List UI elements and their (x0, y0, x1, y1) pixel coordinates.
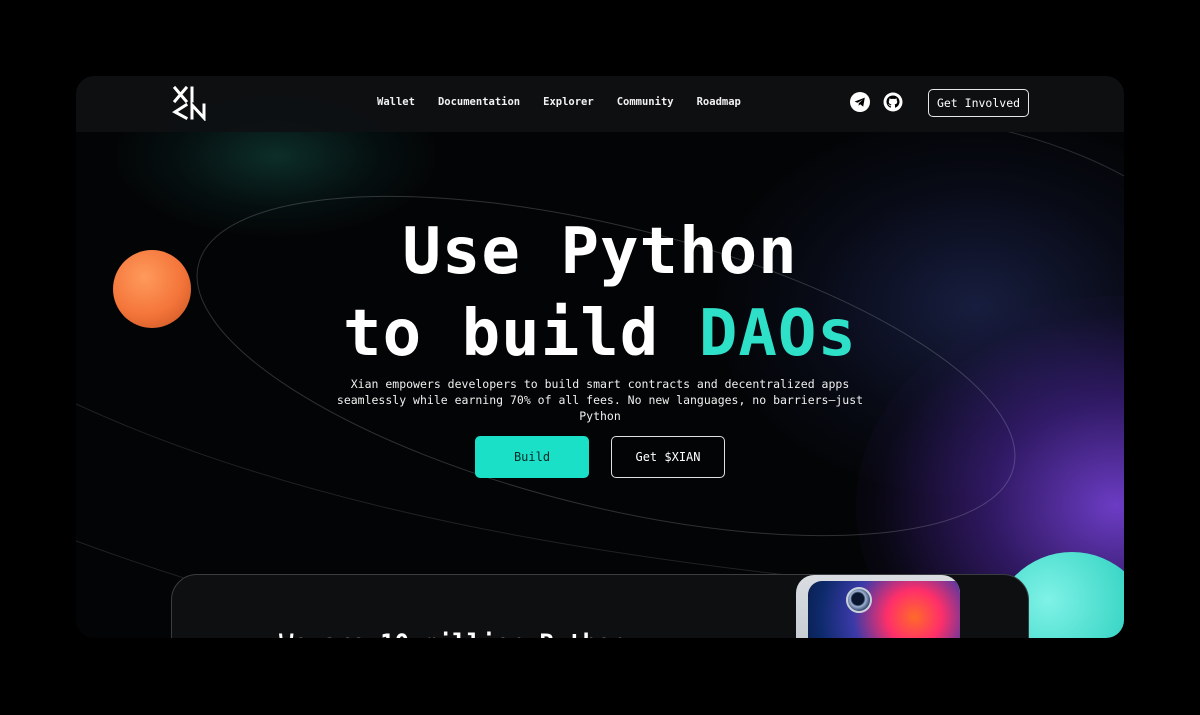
page-frame: Wallet Documentation Explorer Community … (76, 76, 1124, 638)
hero-subtitle: Xian empowers developers to build smart … (336, 377, 864, 423)
navbar: Wallet Documentation Explorer Community … (76, 76, 1124, 132)
hero-title-prefix: to build (343, 297, 699, 371)
card-illustration (796, 575, 960, 638)
hero-title-line-1: Use Python (402, 215, 798, 289)
card-headline: We are 10 million Python (279, 629, 626, 638)
camera-lens (846, 587, 872, 613)
device-screen (808, 581, 960, 638)
github-icon[interactable] (883, 92, 903, 112)
nav-link-community[interactable]: Community (617, 96, 674, 108)
xian-logo[interactable] (172, 85, 208, 121)
get-involved-button[interactable]: Get Involved (928, 89, 1029, 117)
nav-link-roadmap[interactable]: Roadmap (697, 96, 741, 108)
get-xian-button[interactable]: Get $XIAN (611, 436, 725, 478)
hero-title-accent: DAOs (698, 297, 857, 371)
nav-links: Wallet Documentation Explorer Community … (377, 96, 764, 108)
telegram-icon[interactable] (850, 92, 870, 112)
hero-title: Use Python to build DAOs (76, 211, 1124, 375)
info-card: We are 10 million Python (171, 574, 1029, 638)
nav-link-explorer[interactable]: Explorer (543, 96, 594, 108)
nav-link-wallet[interactable]: Wallet (377, 96, 415, 108)
hero-title-line-2: to build DAOs (76, 293, 1124, 375)
nav-link-documentation[interactable]: Documentation (438, 96, 520, 108)
build-button[interactable]: Build (475, 436, 589, 478)
